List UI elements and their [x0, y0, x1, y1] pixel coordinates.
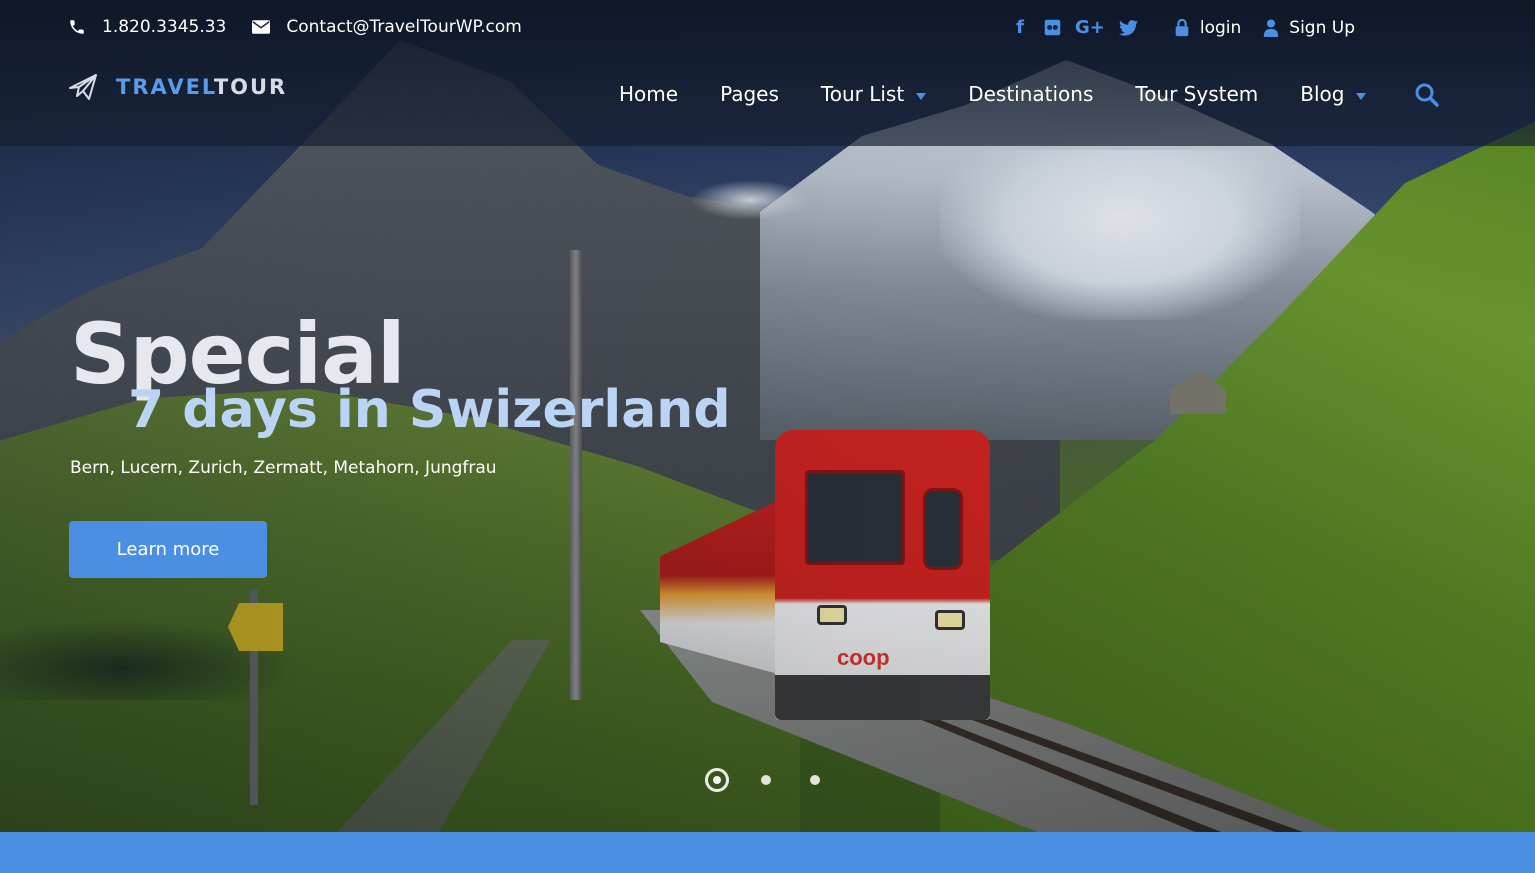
- caret-down-icon: [1356, 92, 1367, 100]
- nav-label: Tour System: [1135, 82, 1259, 106]
- logo-text-travel: TRAVEL: [116, 75, 214, 99]
- search-bar-strip: [0, 832, 1535, 873]
- login-link[interactable]: login: [1174, 18, 1241, 38]
- slider-pagination: [705, 768, 859, 792]
- twitter-icon[interactable]: [1118, 19, 1138, 36]
- nav-item-tour-list[interactable]: Tour List: [820, 82, 927, 106]
- nav-label: Blog: [1300, 82, 1345, 106]
- logo-text-tour: TOUR: [213, 75, 288, 99]
- nav-item-home[interactable]: Home: [619, 82, 678, 106]
- nav-label: Home: [619, 82, 679, 106]
- signup-label: Sign Up: [1289, 17, 1355, 38]
- contact-email[interactable]: Contact@TravelTourWP.com: [252, 17, 522, 37]
- learn-more-button[interactable]: Learn more: [69, 521, 267, 578]
- email-address: Contact@TravelTourWP.com: [286, 17, 522, 37]
- slider-dot-3[interactable]: [810, 775, 820, 785]
- caret-down-icon: [916, 92, 927, 100]
- lock-icon: [1174, 18, 1190, 37]
- hero-description: Bern, Lucern, Zurich, Zermatt, Metahorn,…: [70, 458, 497, 478]
- nav-item-blog[interactable]: Blog: [1300, 82, 1367, 106]
- nav-label: Destinations: [968, 82, 1094, 106]
- slider-dot-2[interactable]: [761, 775, 771, 785]
- envelope-icon: [252, 18, 271, 36]
- google-plus-icon[interactable]: G+: [1075, 17, 1105, 38]
- signup-link[interactable]: Sign Up: [1263, 18, 1355, 38]
- phone-number: 1.820.3345.33: [102, 17, 227, 37]
- nav-label: Tour List: [820, 82, 905, 106]
- user-icon: [1263, 18, 1279, 37]
- flickr-icon[interactable]: [1043, 19, 1061, 36]
- nav-item-pages[interactable]: Pages: [720, 82, 779, 106]
- main-nav: Home Pages Tour List Destinations Tour S…: [619, 82, 1408, 106]
- nav-item-tour-system[interactable]: Tour System: [1135, 82, 1258, 106]
- facebook-icon[interactable]: f: [1011, 17, 1029, 38]
- nav-item-destinations[interactable]: Destinations: [968, 82, 1093, 106]
- search-icon[interactable]: [1414, 82, 1440, 108]
- top-bar: 1.820.3345.33 Contact@TravelTourWP.com f…: [0, 0, 1535, 60]
- logo-text: TRAVELTOUR: [116, 75, 287, 99]
- nav-label: Pages: [720, 82, 779, 106]
- phone-icon: [68, 18, 86, 36]
- site-logo[interactable]: TRAVELTOUR: [68, 72, 287, 102]
- hero-subtitle: 7 days in Swizerland: [128, 380, 731, 440]
- contact-phone[interactable]: 1.820.3345.33: [68, 17, 226, 37]
- airplane-icon: [68, 72, 100, 102]
- login-label: login: [1199, 17, 1242, 38]
- slider-dot-1[interactable]: [705, 768, 729, 792]
